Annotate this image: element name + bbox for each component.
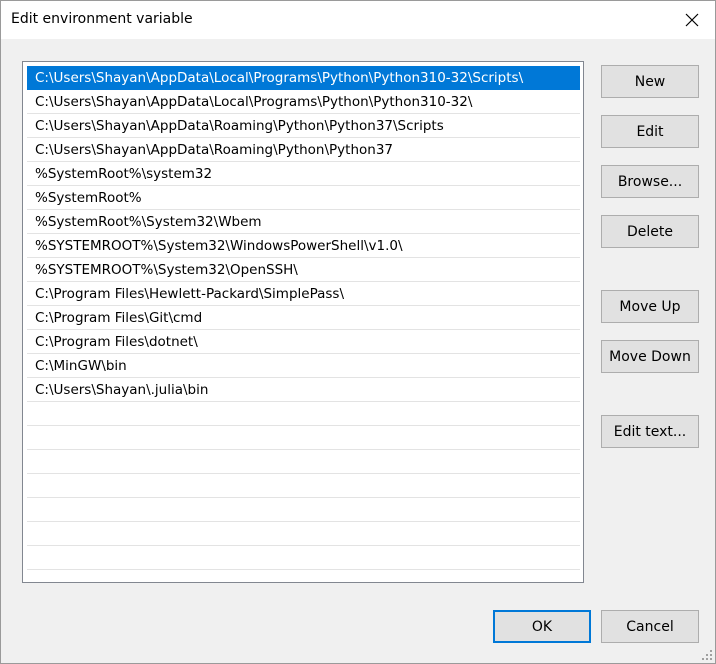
path-list-item[interactable]: C:\Program Files\dotnet\ (27, 330, 580, 354)
path-list-item[interactable]: C:\Users\Shayan\AppData\Roaming\Python\P… (27, 114, 580, 138)
empty-list-row[interactable] (27, 546, 580, 570)
resize-grip-icon[interactable] (701, 649, 713, 661)
empty-list-row[interactable] (27, 426, 580, 450)
close-button[interactable] (669, 1, 715, 39)
path-list-item[interactable]: C:\Users\Shayan\.julia\bin (27, 378, 580, 402)
empty-list-row[interactable] (27, 450, 580, 474)
path-list-item[interactable]: %SYSTEMROOT%\System32\WindowsPowerShell\… (27, 234, 580, 258)
path-list[interactable]: C:\Users\Shayan\AppData\Local\Programs\P… (22, 61, 584, 583)
path-list-item[interactable]: C:\Users\Shayan\AppData\Local\Programs\P… (27, 90, 580, 114)
empty-list-row[interactable] (27, 498, 580, 522)
move-up-button[interactable]: Move Up (601, 290, 699, 323)
new-button[interactable]: New (601, 65, 699, 98)
window-title: Edit environment variable (11, 11, 193, 27)
cancel-button[interactable]: Cancel (601, 610, 699, 643)
path-list-item[interactable]: C:\Users\Shayan\AppData\Local\Programs\P… (27, 66, 580, 90)
ok-button[interactable]: OK (493, 610, 591, 643)
title-bar: Edit environment variable (1, 1, 715, 39)
path-list-rows: C:\Users\Shayan\AppData\Local\Programs\P… (27, 66, 580, 570)
path-list-item[interactable]: C:\Program Files\Hewlett-Packard\SimpleP… (27, 282, 580, 306)
edit-env-variable-dialog: Edit environment variable C:\Users\Shaya… (0, 0, 716, 664)
path-list-item[interactable]: %SYSTEMROOT%\System32\OpenSSH\ (27, 258, 580, 282)
path-list-item[interactable]: C:\MinGW\bin (27, 354, 580, 378)
path-list-item[interactable]: %SystemRoot%\System32\Wbem (27, 210, 580, 234)
move-down-button[interactable]: Move Down (601, 340, 699, 373)
browse-button[interactable]: Browse... (601, 165, 699, 198)
path-list-item[interactable]: %SystemRoot% (27, 186, 580, 210)
close-icon (685, 13, 699, 27)
empty-list-row[interactable] (27, 474, 580, 498)
empty-list-row[interactable] (27, 522, 580, 546)
empty-list-row[interactable] (27, 402, 580, 426)
edit-button[interactable]: Edit (601, 115, 699, 148)
path-list-item[interactable]: C:\Users\Shayan\AppData\Roaming\Python\P… (27, 138, 580, 162)
delete-button[interactable]: Delete (601, 215, 699, 248)
edit-text-button[interactable]: Edit text... (601, 415, 699, 448)
path-list-item[interactable]: %SystemRoot%\system32 (27, 162, 580, 186)
path-list-item[interactable]: C:\Program Files\Git\cmd (27, 306, 580, 330)
